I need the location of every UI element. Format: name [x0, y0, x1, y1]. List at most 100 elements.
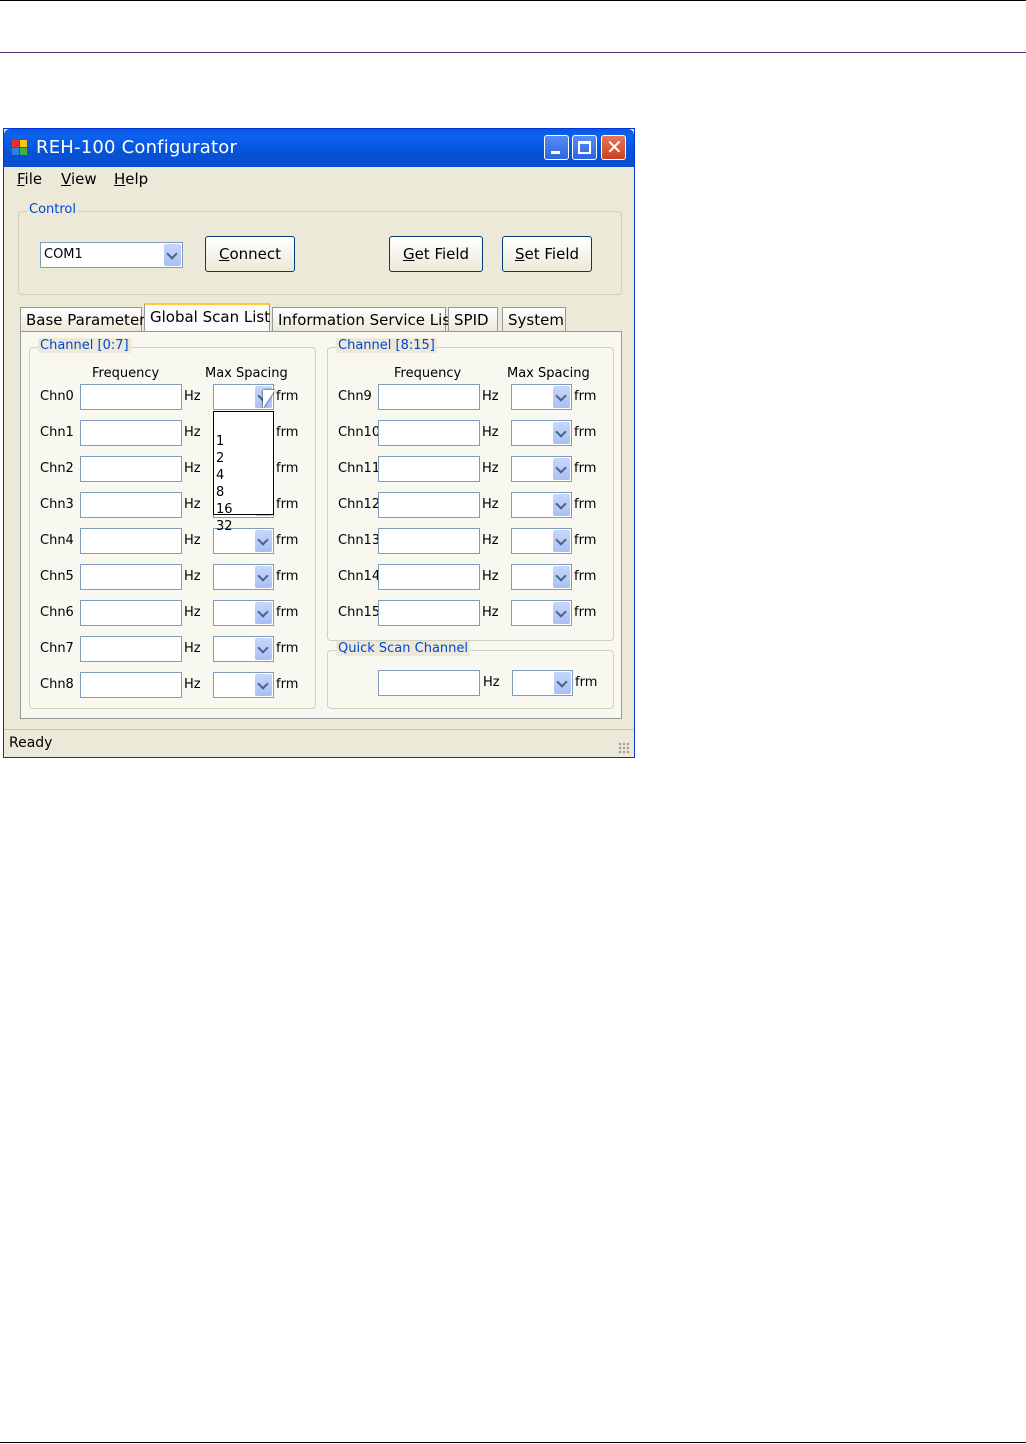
tab-system[interactable]: System [502, 307, 566, 331]
channel-label: Chn4 [40, 533, 74, 548]
frm-label: frm [574, 533, 597, 548]
chevron-down-icon[interactable] [255, 530, 272, 552]
frm-label: frm [276, 641, 299, 656]
max-spacing-select[interactable] [511, 528, 572, 554]
quick-scan-spacing-select[interactable] [512, 670, 573, 696]
max-spacing-select[interactable] [213, 564, 274, 590]
port-value: COM1 [44, 247, 83, 262]
chevron-down-icon[interactable] [553, 530, 570, 552]
chevron-down-icon[interactable] [554, 672, 571, 694]
hz-label: Hz [184, 677, 201, 692]
chevron-down-icon[interactable] [255, 602, 272, 624]
hz-label: Hz [184, 497, 201, 512]
channel-label: Chn6 [40, 605, 74, 620]
frequency-input[interactable] [80, 384, 182, 410]
chevron-down-icon[interactable] [553, 494, 570, 516]
chevron-down-icon[interactable] [553, 566, 570, 588]
resize-grip-icon[interactable] [618, 742, 630, 754]
maximize-icon [578, 141, 591, 154]
max-spacing-select[interactable] [511, 492, 572, 518]
menu-file[interactable]: File [17, 170, 42, 188]
frm-label: frm [574, 425, 597, 440]
max-spacing-select[interactable] [213, 600, 274, 626]
frequency-input[interactable] [378, 492, 480, 518]
chevron-down-icon[interactable] [553, 458, 570, 480]
close-icon: ✕ [606, 135, 623, 159]
frequency-input[interactable] [80, 528, 182, 554]
close-button[interactable]: ✕ [601, 135, 626, 160]
title-bar[interactable]: REH-100 Configurator ✕ [4, 129, 634, 167]
chevron-down-icon[interactable] [255, 566, 272, 588]
max-spacing-select[interactable] [511, 384, 572, 410]
quick-scan-frequency-input[interactable] [378, 670, 480, 696]
frm-label: frm [276, 605, 299, 620]
dropdown-option[interactable]: 1 [216, 435, 224, 448]
tab-base-parameter[interactable]: Base Parameter [20, 307, 145, 331]
dropdown-option[interactable]: 16 [216, 503, 233, 516]
minimize-icon [551, 151, 560, 154]
max-spacing-select[interactable] [511, 456, 572, 482]
hz-label: Hz [184, 569, 201, 584]
frequency-input[interactable] [80, 564, 182, 590]
frequency-input[interactable] [80, 492, 182, 518]
frequency-input[interactable] [80, 420, 182, 446]
frequency-input[interactable] [80, 600, 182, 626]
max-spacing-dropdown-list: 1 2 4 8 16 32 [213, 411, 274, 533]
chevron-down-icon[interactable] [553, 386, 570, 408]
max-spacing-select[interactable] [511, 420, 572, 446]
frequency-input[interactable] [378, 600, 480, 626]
frequency-input[interactable] [378, 456, 480, 482]
hz-label: Hz [482, 461, 499, 476]
minimize-button[interactable] [544, 135, 569, 160]
frm-label: frm [276, 425, 299, 440]
frequency-input[interactable] [378, 420, 480, 446]
frm-label: frm [276, 461, 299, 476]
frequency-input[interactable] [378, 384, 480, 410]
frequency-input[interactable] [80, 672, 182, 698]
max-spacing-select[interactable] [511, 564, 572, 590]
dropdown-option[interactable]: 32 [216, 520, 233, 533]
channel-label: Chn10 [338, 425, 381, 440]
frequency-input[interactable] [80, 456, 182, 482]
chevron-down-icon[interactable] [255, 674, 272, 696]
hz-label: Hz [184, 533, 201, 548]
channel-label: Chn12 [338, 497, 381, 512]
tab-information-service-list[interactable]: Information Service List [272, 307, 456, 331]
max-spacing-select[interactable] [213, 672, 274, 698]
channel-label: Chn9 [338, 389, 372, 404]
mouse-cursor-icon [263, 390, 275, 408]
set-field-button[interactable]: Set Field [502, 236, 592, 272]
dropdown-option[interactable]: 2 [216, 452, 224, 465]
frm-label: frm [276, 677, 299, 692]
menu-view[interactable]: View [61, 170, 97, 188]
status-bar: Ready [4, 729, 634, 758]
frequency-input[interactable] [378, 528, 480, 554]
get-field-button[interactable]: Get Field [389, 236, 483, 272]
frequency-input[interactable] [80, 636, 182, 662]
channel-label: Chn8 [40, 677, 74, 692]
dropdown-option[interactable]: 4 [216, 469, 224, 482]
frequency-input[interactable] [378, 564, 480, 590]
chevron-down-icon[interactable] [164, 244, 181, 266]
menu-help[interactable]: Help [114, 170, 148, 188]
chevron-down-icon[interactable] [553, 422, 570, 444]
menu-bar: File View Help [4, 167, 634, 193]
hz-label: Hz [184, 605, 201, 620]
port-select[interactable]: COM1 [40, 242, 183, 268]
chevron-down-icon[interactable] [255, 638, 272, 660]
frm-label: frm [276, 497, 299, 512]
max-spacing-select[interactable] [213, 636, 274, 662]
tab-spid[interactable]: SPID [448, 307, 498, 331]
frm-label: frm [574, 389, 597, 404]
quick-scan-hz-label: Hz [483, 675, 500, 690]
tab-global-scan-list[interactable]: Global Scan List [144, 303, 270, 331]
max-spacing-header-right: Max Spacing [507, 366, 590, 381]
chevron-down-icon[interactable] [553, 602, 570, 624]
maximize-button[interactable] [572, 135, 597, 160]
frequency-header-left: Frequency [92, 366, 160, 381]
frequency-header-right: Frequency [394, 366, 462, 381]
connect-button[interactable]: Connect [205, 236, 295, 272]
dropdown-option[interactable]: 8 [216, 486, 224, 499]
max-spacing-select[interactable] [511, 600, 572, 626]
channel-label: Chn13 [338, 533, 381, 548]
